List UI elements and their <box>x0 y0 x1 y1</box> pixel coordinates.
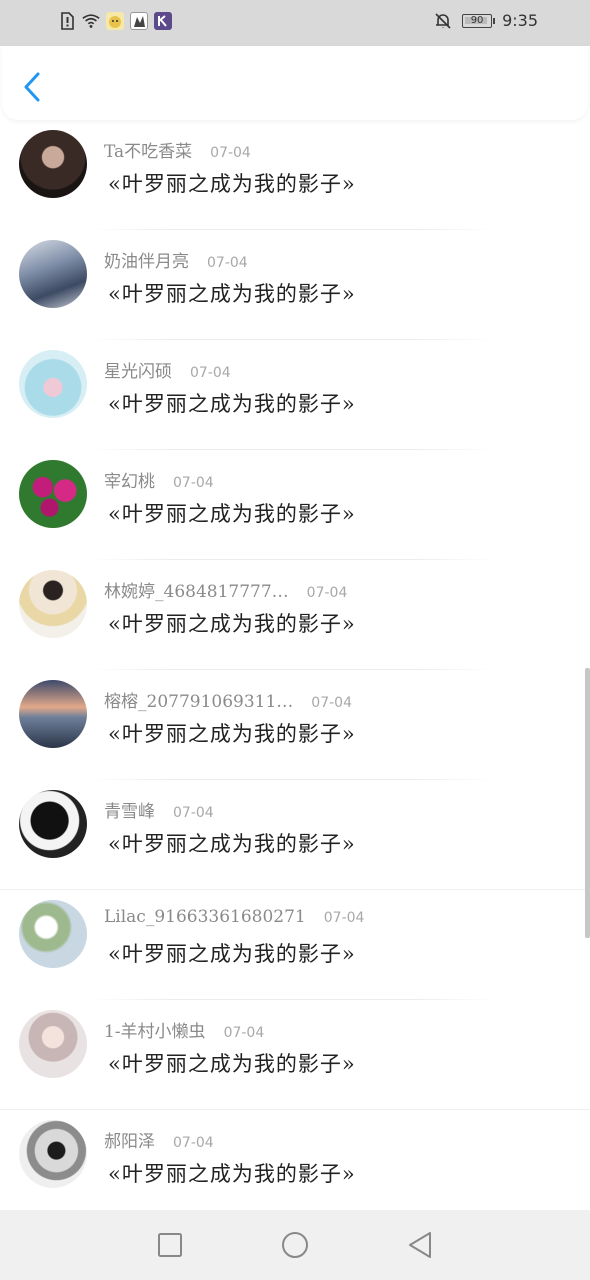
post-date: 07-04 <box>210 145 251 161</box>
avatar[interactable] <box>19 350 87 418</box>
status-right-icons: 90 9:35 <box>434 11 538 30</box>
name-row: 青雪峰 07-04 <box>104 797 214 822</box>
name-row: 宰幻桃 07-04 <box>104 467 214 492</box>
user-name[interactable]: 星光闪硕 <box>104 357 172 382</box>
comment-text[interactable]: «叶罗丽之成为我的影子» <box>108 608 356 638</box>
user-name[interactable]: 1-羊村小懒虫 <box>104 1017 206 1042</box>
name-row: 林婉婷_4684817777… 07-04 <box>104 577 347 602</box>
chevron-left-icon <box>24 72 40 102</box>
post-date: 07-04 <box>173 475 214 491</box>
wifi-icon <box>82 12 100 30</box>
comment-text[interactable]: «叶罗丽之成为我的影子» <box>108 1048 356 1078</box>
avatar[interactable] <box>19 130 87 198</box>
home-button[interactable] <box>280 1230 310 1260</box>
scrollbar[interactable] <box>585 668 590 938</box>
top-header <box>2 46 588 120</box>
name-row: Lilac_91663361680271 07-04 <box>104 907 364 927</box>
k-app-icon <box>154 12 172 30</box>
list-item[interactable]: 林婉婷_4684817777… 07-04 «叶罗丽之成为我的影子» <box>0 560 590 670</box>
comment-text[interactable]: «叶罗丽之成为我的影子» <box>108 388 356 418</box>
recent-apps-button[interactable] <box>155 1230 185 1260</box>
post-date: 07-04 <box>207 255 248 271</box>
comment-text[interactable]: «叶罗丽之成为我的影子» <box>108 828 356 858</box>
avatar[interactable] <box>19 680 87 748</box>
post-date: 07-04 <box>173 1135 214 1151</box>
comment-text[interactable]: «叶罗丽之成为我的影子» <box>108 1158 356 1188</box>
user-name[interactable]: Ta不吃香菜 <box>104 137 192 162</box>
comment-text[interactable]: «叶罗丽之成为我的影子» <box>108 278 356 308</box>
battery-level: 90 <box>470 14 484 26</box>
alert-icon <box>58 12 76 30</box>
user-name[interactable]: 青雪峰 <box>104 797 155 822</box>
list-item[interactable]: Lilac_91663361680271 07-04 «叶罗丽之成为我的影子» <box>0 890 590 1000</box>
status-left-icons <box>58 12 172 30</box>
app-icon-2 <box>130 12 148 30</box>
list-item[interactable]: 1-羊村小懒虫 07-04 «叶罗丽之成为我的影子» <box>0 1000 590 1110</box>
back-button[interactable] <box>20 70 48 104</box>
comment-text[interactable]: «叶罗丽之成为我的影子» <box>108 718 356 748</box>
list-item[interactable]: Ta不吃香菜 07-04 «叶罗丽之成为我的影子» <box>0 120 590 230</box>
name-row: 榕榕_207791069311… 07-04 <box>104 687 352 712</box>
avatar[interactable] <box>19 240 87 308</box>
list-item[interactable]: 奶油伴月亮 07-04 «叶罗丽之成为我的影子» <box>0 230 590 340</box>
list-item[interactable]: 郝阳泽 07-04 «叶罗丽之成为我的影子» <box>0 1110 590 1210</box>
list-item[interactable]: 宰幻桃 07-04 «叶罗丽之成为我的影子» <box>0 450 590 560</box>
battery-icon: 90 <box>462 13 496 28</box>
post-date: 07-04 <box>323 910 365 926</box>
system-nav-bar <box>0 1210 590 1280</box>
comment-text[interactable]: «叶罗丽之成为我的影子» <box>108 168 356 198</box>
post-date: 07-04 <box>190 365 231 381</box>
list-item[interactable]: 星光闪硕 07-04 «叶罗丽之成为我的影子» <box>0 340 590 450</box>
name-row: 星光闪硕 07-04 <box>104 357 231 382</box>
comment-text[interactable]: «叶罗丽之成为我的影子» <box>108 938 356 968</box>
post-date: 07-04 <box>173 805 214 821</box>
recent-apps-icon <box>158 1233 182 1257</box>
user-name[interactable]: 宰幻桃 <box>104 467 155 492</box>
comment-text[interactable]: «叶罗丽之成为我的影子» <box>108 498 356 528</box>
home-icon <box>282 1232 308 1258</box>
clock-time: 9:35 <box>502 11 538 30</box>
user-name[interactable]: 林婉婷_4684817777… <box>104 577 289 602</box>
status-bar: 90 9:35 <box>0 0 590 46</box>
list-item[interactable]: 榕榕_207791069311… 07-04 «叶罗丽之成为我的影子» <box>0 670 590 780</box>
name-row: 1-羊村小懒虫 07-04 <box>104 1017 264 1042</box>
post-date: 07-04 <box>311 695 352 711</box>
avatar[interactable] <box>19 900 87 968</box>
user-name[interactable]: 郝阳泽 <box>104 1127 155 1152</box>
name-row: 郝阳泽 07-04 <box>104 1127 214 1152</box>
comment-list[interactable]: Ta不吃香菜 07-04 «叶罗丽之成为我的影子» 奶油伴月亮 07-04 «叶… <box>0 120 590 1210</box>
name-row: 奶油伴月亮 07-04 <box>104 247 248 272</box>
list-item[interactable]: 青雪峰 07-04 «叶罗丽之成为我的影子» <box>0 780 590 890</box>
post-date: 07-04 <box>223 1025 265 1041</box>
name-row: Ta不吃香菜 07-04 <box>104 137 251 162</box>
post-date: 07-04 <box>306 585 348 601</box>
avatar[interactable] <box>19 1010 87 1078</box>
user-name[interactable]: 奶油伴月亮 <box>104 247 189 272</box>
avatar[interactable] <box>19 790 87 858</box>
user-name[interactable]: 榕榕_207791069311… <box>104 687 293 712</box>
avatar[interactable] <box>19 570 87 638</box>
avatar[interactable] <box>19 460 87 528</box>
mute-bell-icon <box>434 12 452 30</box>
back-triangle-icon <box>409 1232 431 1258</box>
avatar[interactable] <box>19 1120 87 1188</box>
user-name[interactable]: Lilac_91663361680271 <box>104 907 306 927</box>
system-back-button[interactable] <box>405 1230 435 1260</box>
app-icon-1 <box>106 12 124 30</box>
